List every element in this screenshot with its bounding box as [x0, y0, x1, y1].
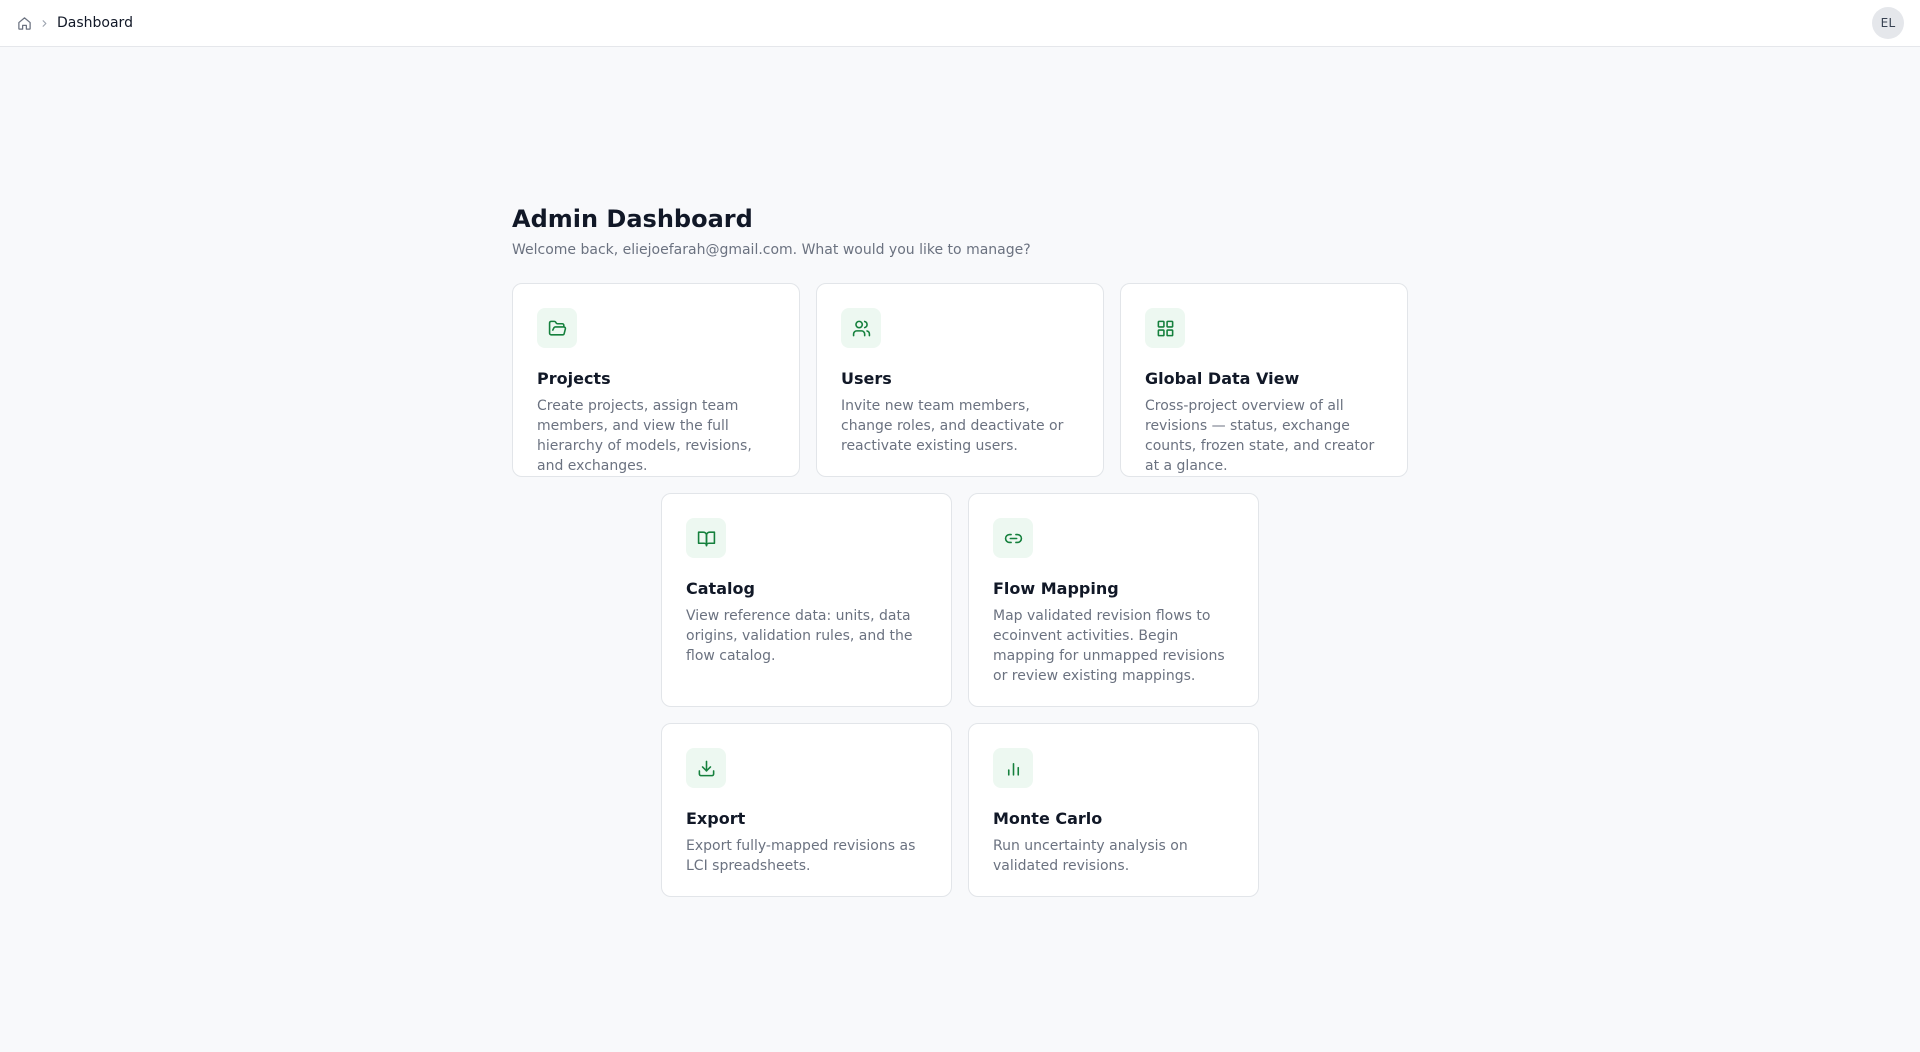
card-title: Catalog — [686, 579, 755, 598]
top-bar: Dashboard EL — [0, 0, 1920, 47]
link-icon — [993, 518, 1033, 558]
breadcrumb: Dashboard — [17, 15, 133, 31]
dashboard-main: Admin Dashboard Welcome back, eliejoefar… — [512, 200, 1408, 897]
card-monte-carlo[interactable]: Monte Carlo Run uncertainty analysis on … — [968, 723, 1259, 897]
card-description: Create projects, assign team members, an… — [537, 398, 752, 474]
bar-chart-icon — [993, 748, 1033, 788]
card-description: Export fully-mapped revisions as LCI spr… — [686, 838, 916, 874]
card-title: Export — [686, 809, 746, 828]
card-title: Users — [841, 369, 892, 388]
page-title: Admin Dashboard — [512, 205, 753, 233]
home-icon[interactable] — [17, 16, 32, 31]
card-description: Map validated revision flows to ecoinven… — [993, 608, 1225, 684]
card-title: Flow Mapping — [993, 579, 1119, 598]
page-subtitle: Welcome back, eliejoefarah@gmail.com. Wh… — [512, 242, 1031, 258]
user-avatar[interactable]: EL — [1872, 7, 1904, 39]
breadcrumb-current: Dashboard — [57, 15, 133, 31]
chevron-right-icon — [39, 18, 50, 29]
card-description: Run uncertainty analysis on validated re… — [993, 838, 1188, 874]
card-title: Global Data View — [1145, 369, 1300, 388]
card-title: Projects — [537, 369, 611, 388]
card-flow-mapping[interactable]: Flow Mapping Map validated revision flow… — [968, 493, 1259, 707]
card-projects[interactable]: Projects Create projects, assign team me… — [512, 283, 800, 477]
card-catalog[interactable]: Catalog View reference data: units, data… — [661, 493, 952, 707]
users-icon — [841, 308, 881, 348]
card-description: Invite new team members, change roles, a… — [841, 398, 1064, 454]
card-users[interactable]: Users Invite new team members, change ro… — [816, 283, 1104, 477]
grid-icon — [1145, 308, 1185, 348]
card-title: Monte Carlo — [993, 809, 1103, 828]
card-export[interactable]: Export Export fully-mapped revisions as … — [661, 723, 952, 897]
card-global-data-view[interactable]: Global Data View Cross-project overview … — [1120, 283, 1408, 477]
folder-open-icon — [537, 308, 577, 348]
card-description: View reference data: units, data origins… — [686, 608, 913, 664]
card-description: Cross-project overview of all revisions … — [1145, 398, 1375, 474]
download-icon — [686, 748, 726, 788]
book-open-icon — [686, 518, 726, 558]
